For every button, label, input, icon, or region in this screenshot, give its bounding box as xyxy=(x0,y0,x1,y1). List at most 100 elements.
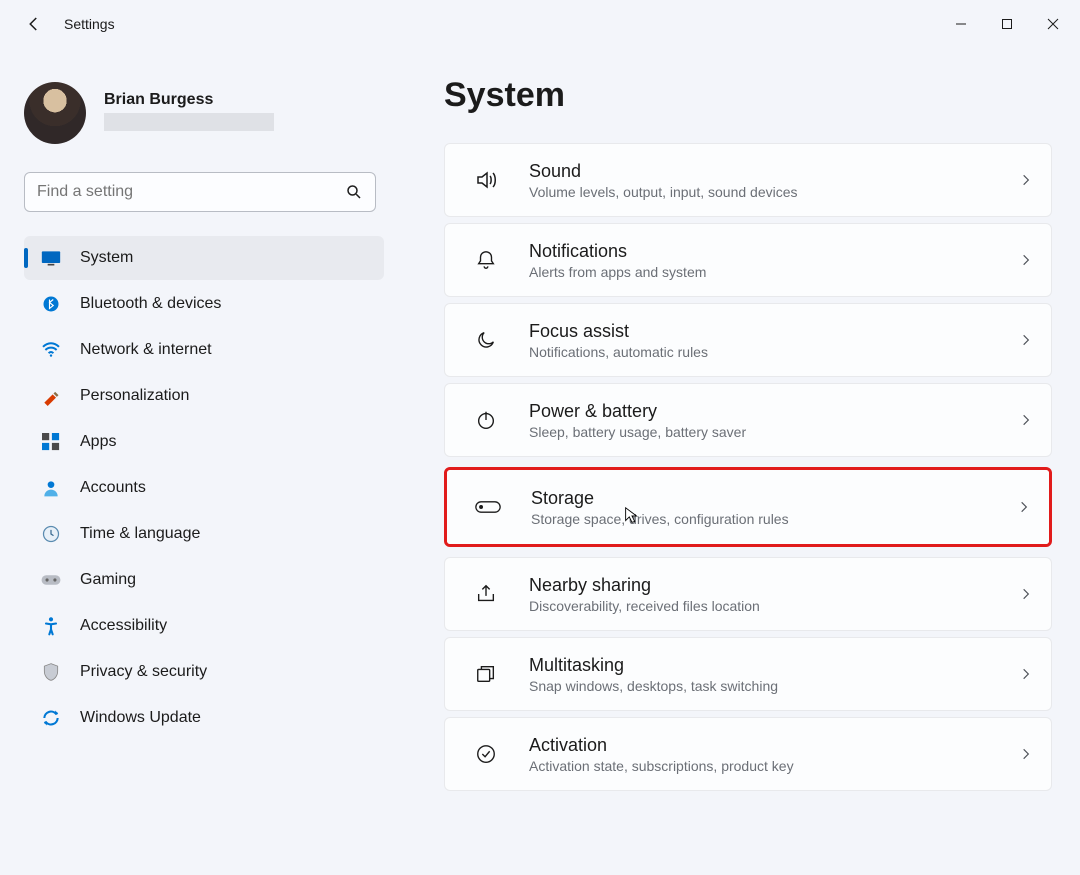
card-title: Notifications xyxy=(529,241,1019,262)
titlebar-left: Settings xyxy=(24,14,115,34)
card-sound[interactable]: Sound Volume levels, output, input, soun… xyxy=(444,143,1052,217)
profile-name: Brian Burgess xyxy=(104,91,274,109)
wifi-icon xyxy=(40,339,62,361)
content: Brian Burgess System Bluetooth & devi xyxy=(0,48,1080,791)
shield-icon xyxy=(40,661,62,683)
card-title: Power & battery xyxy=(529,401,1019,422)
multitasking-icon xyxy=(471,663,501,685)
card-focus[interactable]: Focus assist Notifications, automatic ru… xyxy=(444,303,1052,377)
chevron-right-icon xyxy=(1019,253,1033,267)
card-title: Sound xyxy=(529,161,1019,182)
card-title: Storage xyxy=(531,488,1017,509)
bluetooth-icon xyxy=(40,293,62,315)
sidebar-item-label: System xyxy=(80,249,133,267)
sidebar-item-label: Gaming xyxy=(80,571,136,589)
sidebar-item-label: Privacy & security xyxy=(80,663,207,681)
card-text: Multitasking Snap windows, desktops, tas… xyxy=(529,655,1019,694)
card-text: Focus assist Notifications, automatic ru… xyxy=(529,321,1019,360)
time-icon xyxy=(40,523,62,545)
card-text: Power & battery Sleep, battery usage, ba… xyxy=(529,401,1019,440)
card-title: Activation xyxy=(529,735,1019,756)
sidebar-item-gaming[interactable]: Gaming xyxy=(24,558,384,602)
sidebar-item-label: Time & language xyxy=(80,525,200,543)
window-controls xyxy=(938,4,1076,44)
nav: System Bluetooth & devices Network & int… xyxy=(24,236,384,740)
sidebar-item-label: Bluetooth & devices xyxy=(80,295,221,313)
profile[interactable]: Brian Burgess xyxy=(24,82,384,144)
card-sub: Volume levels, output, input, sound devi… xyxy=(529,184,1019,200)
sidebar-item-accounts[interactable]: Accounts xyxy=(24,466,384,510)
card-sub: Storage space, drives, configuration rul… xyxy=(531,511,1017,527)
highlight-annotation: Storage Storage space, drives, configura… xyxy=(444,467,1052,547)
settings-list: Sound Volume levels, output, input, soun… xyxy=(444,143,1052,791)
sidebar-item-label: Network & internet xyxy=(80,341,212,359)
share-icon xyxy=(471,583,501,605)
card-sub: Sleep, battery usage, battery saver xyxy=(529,424,1019,440)
storage-icon xyxy=(473,500,503,514)
sidebar-item-label: Accessibility xyxy=(80,617,167,635)
sidebar-item-label: Accounts xyxy=(80,479,146,497)
sidebar-item-label: Apps xyxy=(80,433,116,451)
search-box[interactable] xyxy=(24,172,376,212)
back-icon[interactable] xyxy=(24,14,44,34)
apps-icon xyxy=(40,431,62,453)
sidebar-item-personalization[interactable]: Personalization xyxy=(24,374,384,418)
card-text: Nearby sharing Discoverability, received… xyxy=(529,575,1019,614)
card-text: Notifications Alerts from apps and syste… xyxy=(529,241,1019,280)
personalization-icon xyxy=(40,385,62,407)
sidebar-item-network[interactable]: Network & internet xyxy=(24,328,384,372)
chevron-right-icon xyxy=(1019,333,1033,347)
system-icon xyxy=(40,247,62,269)
accessibility-icon xyxy=(40,615,62,637)
card-storage[interactable]: Storage Storage space, drives, configura… xyxy=(447,470,1049,544)
minimize-button[interactable] xyxy=(938,4,984,44)
check-circle-icon xyxy=(471,743,501,765)
card-title: Nearby sharing xyxy=(529,575,1019,596)
card-sub: Alerts from apps and system xyxy=(529,264,1019,280)
maximize-button[interactable] xyxy=(984,4,1030,44)
card-sub: Activation state, subscriptions, product… xyxy=(529,758,1019,774)
titlebar: Settings xyxy=(0,0,1080,48)
card-sub: Discoverability, received files location xyxy=(529,598,1019,614)
power-icon xyxy=(471,409,501,431)
card-nearby[interactable]: Nearby sharing Discoverability, received… xyxy=(444,557,1052,631)
bell-icon xyxy=(471,248,501,272)
sidebar-item-privacy[interactable]: Privacy & security xyxy=(24,650,384,694)
sidebar-item-time[interactable]: Time & language xyxy=(24,512,384,556)
profile-sub-redacted xyxy=(104,113,274,131)
app-title: Settings xyxy=(64,16,115,32)
chevron-right-icon xyxy=(1019,173,1033,187)
sidebar-item-apps[interactable]: Apps xyxy=(24,420,384,464)
sidebar-item-update[interactable]: Windows Update xyxy=(24,696,384,740)
avatar xyxy=(24,82,86,144)
card-text: Sound Volume levels, output, input, soun… xyxy=(529,161,1019,200)
page-title: System xyxy=(444,76,1052,115)
profile-text: Brian Burgess xyxy=(104,91,274,136)
card-text: Activation Activation state, subscriptio… xyxy=(529,735,1019,774)
main: System Sound Volume levels, output, inpu… xyxy=(384,48,1056,791)
card-text: Storage Storage space, drives, configura… xyxy=(531,488,1017,527)
card-power[interactable]: Power & battery Sleep, battery usage, ba… xyxy=(444,383,1052,457)
card-title: Multitasking xyxy=(529,655,1019,676)
sidebar-item-accessibility[interactable]: Accessibility xyxy=(24,604,384,648)
sidebar-item-label: Personalization xyxy=(80,387,189,405)
chevron-right-icon xyxy=(1017,500,1031,514)
search-input[interactable] xyxy=(37,183,345,201)
card-activation[interactable]: Activation Activation state, subscriptio… xyxy=(444,717,1052,791)
chevron-right-icon xyxy=(1019,587,1033,601)
card-multitasking[interactable]: Multitasking Snap windows, desktops, tas… xyxy=(444,637,1052,711)
moon-icon xyxy=(471,329,501,351)
sidebar-item-bluetooth[interactable]: Bluetooth & devices xyxy=(24,282,384,326)
chevron-right-icon xyxy=(1019,413,1033,427)
accounts-icon xyxy=(40,477,62,499)
close-button[interactable] xyxy=(1030,4,1076,44)
sidebar: Brian Burgess System Bluetooth & devi xyxy=(24,48,384,791)
card-notifications[interactable]: Notifications Alerts from apps and syste… xyxy=(444,223,1052,297)
sound-icon xyxy=(471,168,501,192)
card-title: Focus assist xyxy=(529,321,1019,342)
sidebar-item-system[interactable]: System xyxy=(24,236,384,280)
chevron-right-icon xyxy=(1019,747,1033,761)
sidebar-item-label: Windows Update xyxy=(80,709,201,727)
card-sub: Snap windows, desktops, task switching xyxy=(529,678,1019,694)
search-icon xyxy=(345,183,363,201)
